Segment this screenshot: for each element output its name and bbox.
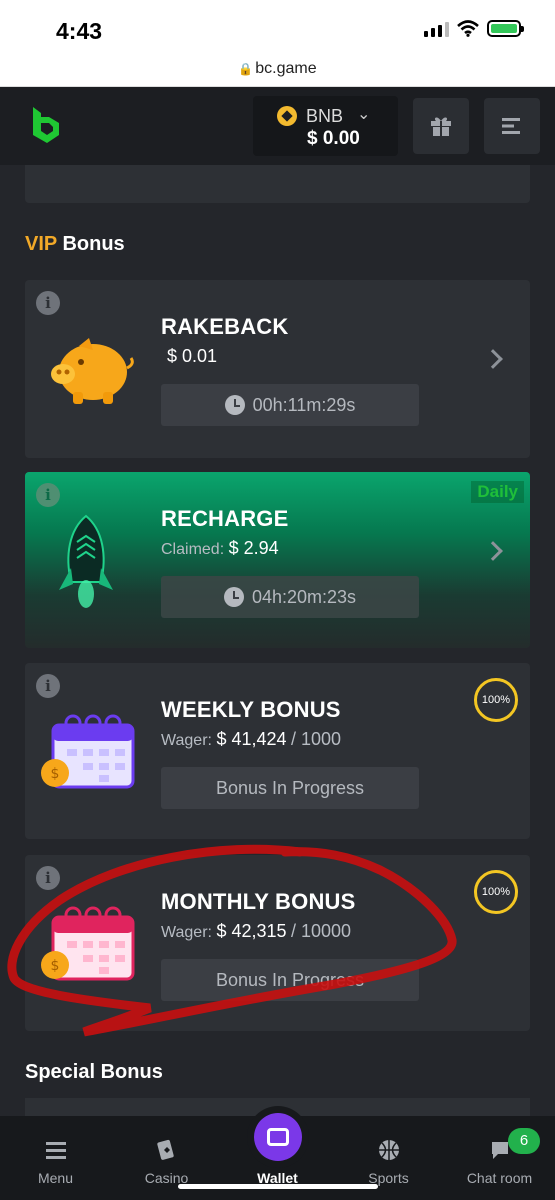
monthly-wager: Wager: $ 42,315 / 10000 <box>161 921 352 941</box>
cell-signal-icon <box>424 21 449 37</box>
chevron-right-icon[interactable] <box>483 349 503 369</box>
url-text: bc.game <box>255 60 317 77</box>
card-title: RAKEBACK <box>161 314 289 339</box>
basketball-icon <box>379 1140 399 1160</box>
progress-ring: 100% <box>474 870 518 914</box>
battery-icon <box>487 20 524 37</box>
chevron-down-icon: ⌄ <box>357 106 371 123</box>
gift-button[interactable] <box>413 98 469 154</box>
chevron-right-icon[interactable] <box>483 541 503 561</box>
menu-icon <box>502 118 520 134</box>
status-bar: 4:43 <box>0 0 555 55</box>
balance: $ 0.00 <box>307 128 360 149</box>
rocket-icon <box>59 514 113 608</box>
rakeback-timer: 00h:11m:29s <box>161 384 419 426</box>
chat-unread-badge: 6 <box>508 1128 540 1154</box>
card-title: WEEKLY BONUS <box>161 697 341 722</box>
bc-logo-icon[interactable] <box>27 105 65 145</box>
info-icon[interactable]: i <box>36 291 60 315</box>
clock-icon <box>224 395 245 415</box>
clock-icon <box>223 587 244 607</box>
progress-ring: 100% <box>474 678 518 722</box>
calendar-icon: $ <box>41 906 135 981</box>
monthly-status: Bonus In Progress <box>161 959 419 1001</box>
vip-bonus-title: VIP Bonus <box>25 233 125 255</box>
monthly-bonus-card[interactable]: i 100% $ MONTHLY BONUS Wager: $ 42,315 /… <box>25 855 530 1031</box>
casino-icon <box>157 1139 174 1160</box>
recharge-claimed: Claimed: $ 2.94 <box>161 538 279 558</box>
previous-card <box>25 165 530 203</box>
info-icon[interactable]: i <box>36 483 60 507</box>
wallet-icon <box>267 1128 289 1146</box>
app-header: BNB ⌄ $ 0.00 <box>0 87 555 165</box>
special-bonus-title: Special Bonus <box>25 1061 163 1083</box>
currency-selector[interactable]: BNB ⌄ $ 0.00 <box>253 96 398 156</box>
lock-icon: 🔒 <box>238 62 254 76</box>
wallet-button[interactable] <box>254 1113 302 1161</box>
rakeback-card[interactable]: i RAKEBACK $ 0.01 00h:11m:29s <box>25 280 530 458</box>
hamburger-icon <box>46 1142 66 1159</box>
address-bar[interactable]: 🔒 bc.game <box>0 55 555 87</box>
daily-badge: Daily <box>471 481 524 503</box>
recharge-timer: 04h:20m:23s <box>161 576 419 618</box>
status-time: 4:43 <box>56 18 103 44</box>
status-icons <box>424 20 524 37</box>
weekly-status: Bonus In Progress <box>161 767 419 809</box>
recharge-card[interactable]: i Daily RECHARGE Claimed: $ 2.94 04h:20m… <box>25 472 530 648</box>
bnb-coin-icon <box>277 106 297 126</box>
weekly-bonus-card[interactable]: i 100% $ WEEKLY BONUS Wager: $ 41,424 / … <box>25 663 530 839</box>
currency-label: BNB <box>306 106 344 126</box>
card-title: MONTHLY BONUS <box>161 889 356 914</box>
info-icon[interactable]: i <box>36 866 60 890</box>
menu-button[interactable] <box>484 98 540 154</box>
home-indicator <box>178 1184 378 1189</box>
nav-menu[interactable]: Menu <box>0 1116 111 1200</box>
card-title: RECHARGE <box>161 506 289 531</box>
rakeback-amount: $ 0.01 <box>167 346 218 366</box>
nav-chat-room[interactable]: Chat room <box>444 1116 555 1200</box>
svg-text:$: $ <box>51 958 60 974</box>
gift-icon <box>431 117 451 136</box>
wifi-icon <box>457 20 479 37</box>
piggy-bank-icon <box>51 338 134 404</box>
weekly-wager: Wager: $ 41,424 / 1000 <box>161 729 342 749</box>
info-icon[interactable]: i <box>36 674 60 698</box>
calendar-icon: $ <box>41 714 135 789</box>
svg-text:$: $ <box>51 766 60 782</box>
